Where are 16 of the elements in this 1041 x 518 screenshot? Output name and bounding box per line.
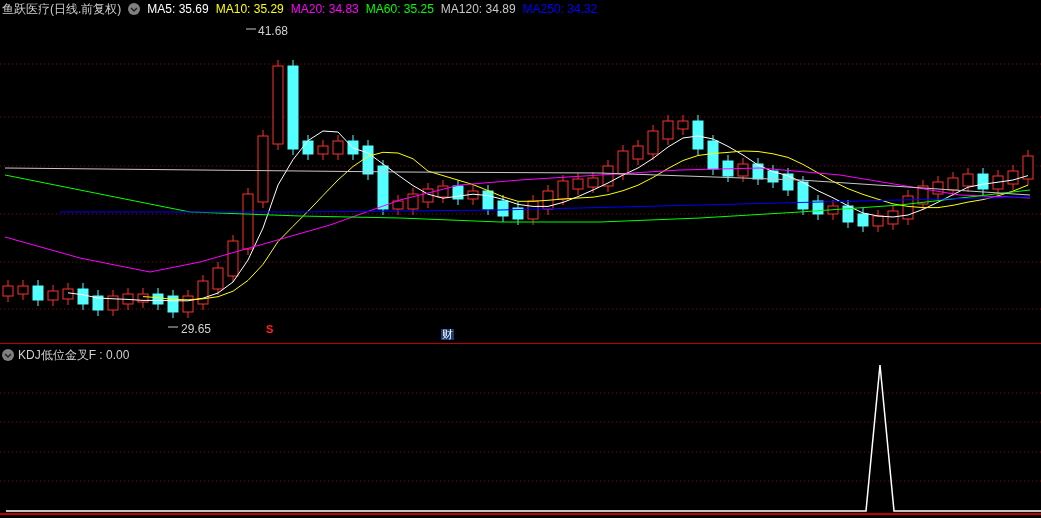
moving-average-value: MA60: 35.25: [365, 1, 434, 18]
indicator-legend: KDJ低位金叉F : 0.00: [18, 346, 130, 364]
dropdown-icon[interactable]: [128, 3, 141, 15]
leader-line: [245, 28, 257, 30]
dropdown-icon[interactable]: [2, 349, 14, 361]
moving-average-value: MA250: 34.32: [522, 1, 598, 18]
high-price-label: 41.68: [258, 23, 289, 40]
moving-average-value: MA10: 35.29: [215, 1, 284, 18]
moving-average-value: MA20: 34.83: [290, 1, 359, 18]
low-price-label: 29.65: [181, 321, 212, 338]
moving-average-value: MA5: 35.69: [147, 1, 209, 18]
sell-signal-marker: S: [266, 324, 274, 335]
stock-title: 鱼跃医疗(日线.前复权): [2, 1, 122, 18]
finance-marker: 财: [441, 329, 454, 340]
leader-line: [167, 326, 179, 328]
moving-average-value: MA120: 34.89: [440, 1, 516, 18]
